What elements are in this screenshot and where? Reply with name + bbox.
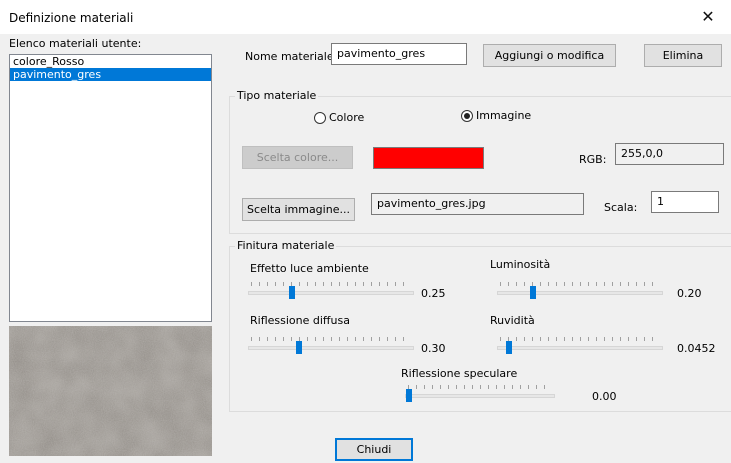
slider-track xyxy=(248,291,414,295)
diffuse-label: Riflessione diffusa xyxy=(250,314,350,327)
radio-image[interactable]: Immagine xyxy=(461,109,531,122)
specular-label: Riflessione speculare xyxy=(401,367,518,380)
scale-input[interactable]: 1 xyxy=(651,191,719,213)
rgb-label: RGB: xyxy=(579,153,607,166)
window-title: Definizione materiali xyxy=(9,11,134,25)
ambient-slider[interactable] xyxy=(248,280,414,302)
diffuse-slider[interactable] xyxy=(248,335,414,357)
scale-label: Scala: xyxy=(604,201,638,214)
roughness-slider[interactable] xyxy=(497,335,663,357)
radio-color-indicator[interactable] xyxy=(314,111,326,124)
material-name-input[interactable]: pavimento_gres xyxy=(331,43,467,65)
slider-thumb[interactable] xyxy=(288,286,295,299)
slider-track xyxy=(497,291,663,295)
texture-preview xyxy=(9,326,212,456)
choose-image-button[interactable]: Scelta immagine... xyxy=(242,198,355,221)
slider-thumb[interactable] xyxy=(505,341,512,354)
slider-ticks xyxy=(500,282,660,286)
add-or-modify-button[interactable]: Aggiungi o modifica xyxy=(483,44,616,67)
color-swatch xyxy=(373,147,484,169)
slider-thumb[interactable] xyxy=(406,389,412,402)
material-list[interactable]: colore_Rosso pavimento_gres xyxy=(9,54,212,322)
roughness-label: Ruvidità xyxy=(490,314,535,327)
brightness-label: Luminosità xyxy=(490,258,551,271)
slider-track xyxy=(497,346,663,350)
specular-slider[interactable] xyxy=(405,383,555,405)
image-file-field: pavimento_gres.jpg xyxy=(371,193,584,215)
list-item-pavimento-gres[interactable]: pavimento_gres xyxy=(10,68,211,81)
close-button[interactable]: Chiudi xyxy=(335,438,413,461)
material-list-label: Elenco materiali utente: xyxy=(9,37,142,50)
ambient-value: 0.25 xyxy=(421,287,446,300)
radio-image-indicator[interactable] xyxy=(461,109,473,122)
ambient-label: Effetto luce ambiente xyxy=(250,262,369,275)
radio-color-label: Colore xyxy=(329,111,365,124)
slider-track xyxy=(405,394,555,398)
specular-value: 0.00 xyxy=(592,390,617,403)
title-bar: Definizione materiali ✕ xyxy=(0,0,731,34)
material-type-title: Tipo materiale xyxy=(235,89,319,102)
slider-ticks xyxy=(251,337,411,341)
texture-image xyxy=(9,326,212,456)
list-item-colore-rosso[interactable]: colore_Rosso xyxy=(10,55,211,68)
slider-ticks xyxy=(500,337,660,341)
slider-thumb[interactable] xyxy=(296,341,303,354)
roughness-value: 0.0452 xyxy=(677,342,716,355)
radio-image-label: Immagine xyxy=(476,109,532,122)
material-finish-title: Finitura materiale xyxy=(235,239,337,252)
slider-track xyxy=(248,346,414,350)
choose-color-button[interactable]: Scelta colore... xyxy=(242,146,353,169)
slider-thumb[interactable] xyxy=(529,286,536,299)
delete-button[interactable]: Elimina xyxy=(644,44,722,67)
close-icon[interactable]: ✕ xyxy=(685,0,731,34)
diffuse-value: 0.30 xyxy=(421,342,446,355)
radio-color[interactable]: Colore xyxy=(314,111,364,124)
brightness-value: 0.20 xyxy=(677,287,702,300)
brightness-slider[interactable] xyxy=(497,280,663,302)
material-name-label: Nome materiale: xyxy=(245,50,338,63)
slider-ticks xyxy=(408,385,552,389)
slider-ticks xyxy=(251,282,411,286)
rgb-value: 255,0,0 xyxy=(615,143,724,165)
